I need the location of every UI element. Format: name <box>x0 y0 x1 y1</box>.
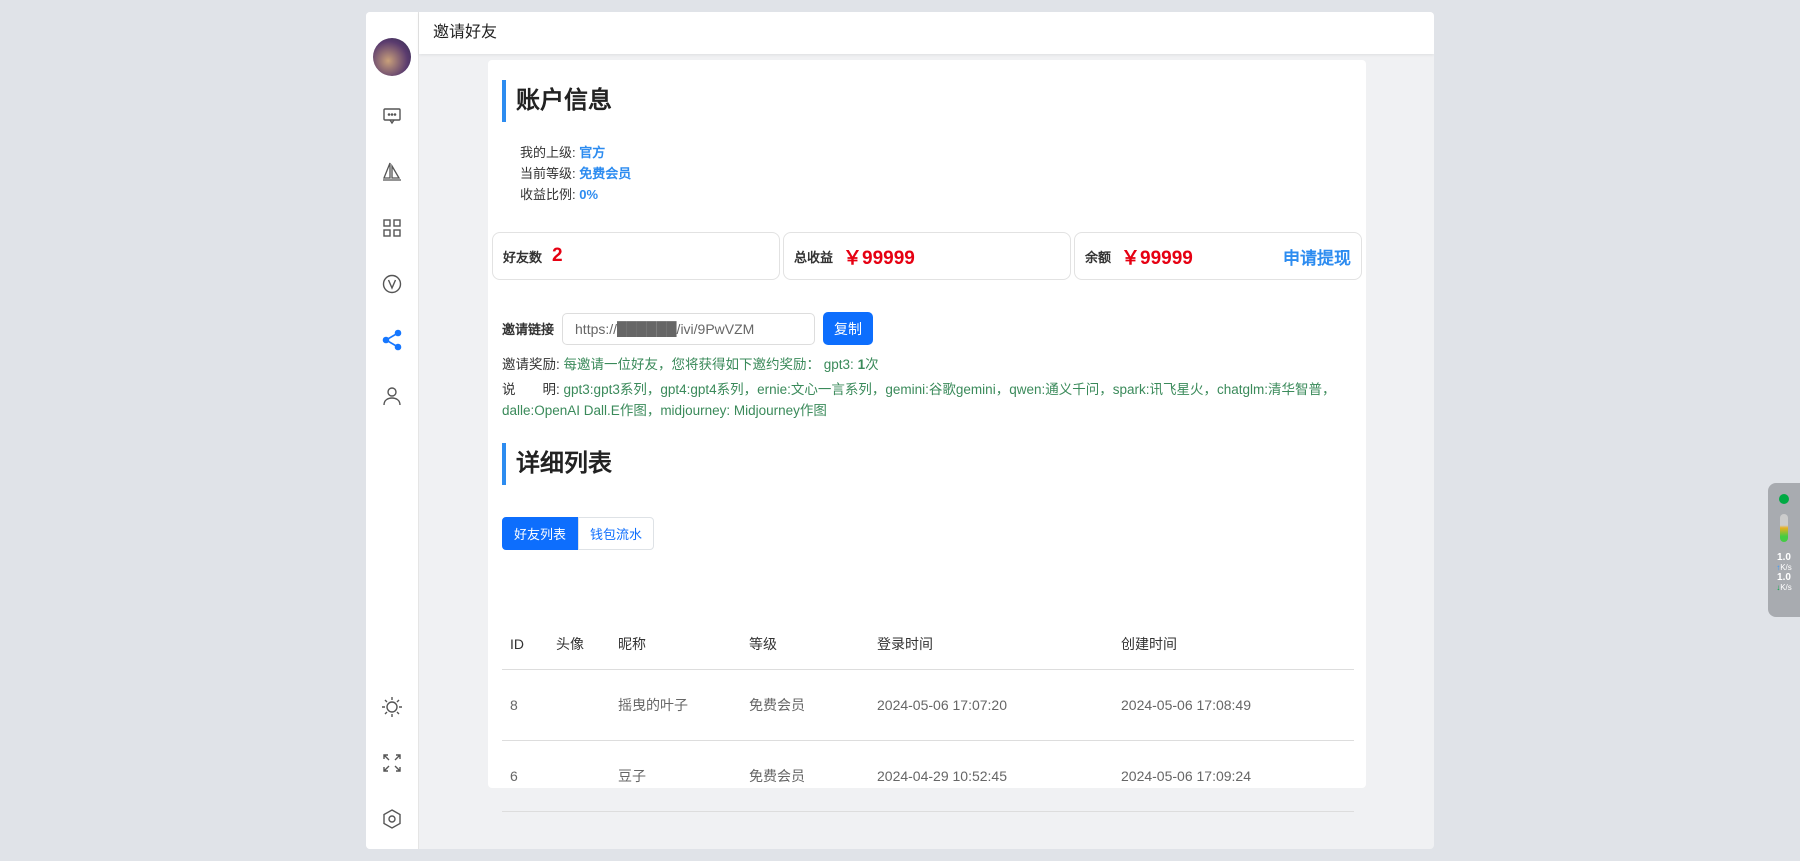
cell: 摇曳的叶子 <box>610 669 741 741</box>
share-icon[interactable] <box>380 328 404 352</box>
value: ￥99999 <box>843 247 915 269</box>
detail-tabs: 好友列表 钱包流水 <box>502 517 655 550</box>
copy-button[interactable]: 复制 <box>823 312 874 345</box>
account-info: 我的上级: 官方 当前等级: 免费会员 收益比例: 0% <box>520 142 631 205</box>
cell <box>548 740 610 812</box>
label: 好友数 <box>503 249 543 265</box>
cell <box>548 669 610 741</box>
value: gpt3:gpt3系列，gpt4:gpt4系列，ernie:文心一言系列，gem… <box>502 382 1336 418</box>
page-title: 邀请好友 <box>419 12 1434 54</box>
label: 收益比例: <box>520 187 576 202</box>
unit: 次 <box>865 357 879 372</box>
invite-link-row: 邀请链接 复制 <box>502 312 874 345</box>
friends-count-box: 好友数 2 <box>492 232 780 280</box>
user-icon[interactable] <box>380 384 404 408</box>
friends-table: ID 头像 昵称 等级 登录时间 创建时间 8 摇曳的叶子 免费会员 2024-05-… <box>502 619 1354 812</box>
unit: K/s <box>1780 563 1792 572</box>
usage-bar <box>1780 514 1788 542</box>
count: 1 <box>857 357 866 372</box>
value: 2 <box>552 245 563 266</box>
level-value: 免费会员 <box>579 166 632 181</box>
cell: 6 <box>502 740 548 812</box>
label: 我的上级: <box>520 145 576 160</box>
unit: K/s <box>1780 583 1792 592</box>
table-row: 6 豆子 免费会员 2024-04-29 10:52:45 2024-05-06 17:… <box>502 740 1354 812</box>
cell: 2024-05-06 17:09:24 <box>1113 740 1354 812</box>
sidebar <box>366 12 419 849</box>
cell: 2024-05-06 17:07:20 <box>869 669 1113 741</box>
invite-link-input[interactable] <box>562 312 816 345</box>
tab-friends[interactable]: 好友列表 <box>502 517 579 550</box>
label: 总收益 <box>794 249 834 265</box>
cell: 豆子 <box>610 740 741 812</box>
col-id: ID <box>502 619 548 670</box>
cell: 2024-05-06 17:08:49 <box>1113 669 1354 741</box>
withdraw-link[interactable]: 申请提现 <box>1283 244 1351 269</box>
midjourney-sail-icon[interactable] <box>380 160 404 184</box>
reward-text: 邀请奖励: 每邀请一位好友，您将获得如下邀约奖励： gpt3: 1次 <box>502 354 1352 375</box>
upload-speed: 1.0 <box>1777 552 1791 563</box>
vip-icon[interactable] <box>380 272 404 296</box>
settings-hexagon-icon[interactable] <box>380 807 404 831</box>
invite-link-label: 邀请链接 <box>502 322 555 337</box>
col-nickname: 昵称 <box>610 619 741 670</box>
value: ￥99999 <box>1121 247 1193 269</box>
cell: 8 <box>502 669 548 741</box>
note-text: 说 明: gpt3:gpt3系列，gpt4:gpt4系列，ernie:文心一言系… <box>502 379 1352 421</box>
status-dot-icon <box>1779 494 1789 504</box>
ratio-value: 0% <box>579 187 599 202</box>
col-avatar: 头像 <box>548 619 610 670</box>
avatar[interactable] <box>373 38 411 76</box>
cell: 免费会员 <box>741 669 869 741</box>
invite-card: 账户信息 我的上级: 官方 当前等级: 免费会员 收益比例: 0% 好友数 2 总… <box>488 60 1366 812</box>
col-created-time: 创建时间 <box>1113 619 1354 670</box>
fullscreen-icon[interactable] <box>380 751 404 775</box>
label: 说 明: <box>502 382 560 397</box>
col-login-time: 登录时间 <box>869 619 1113 670</box>
label: 余额 <box>1085 249 1112 265</box>
theme-sun-icon[interactable] <box>380 695 404 719</box>
value: 每邀请一位好友，您将获得如下邀约奖励： gpt3: <box>563 357 858 372</box>
cell: 2024-04-29 10:52:45 <box>869 740 1113 812</box>
network-speed-widget[interactable]: 1.0 ↑K/s 1.0 ↓K/s <box>1768 483 1800 617</box>
apps-grid-icon[interactable] <box>380 216 404 240</box>
download-speed: 1.0 <box>1777 572 1791 583</box>
balance-box: 余额 ￥99999 申请提现 <box>1074 232 1362 280</box>
label: 邀请奖励: <box>502 357 560 372</box>
superior-value: 官方 <box>579 145 606 160</box>
app-window: 邀请好友 账户信息 我的上级: 官方 当前等级: 免费会员 收益比例: 0% 好… <box>366 12 1434 849</box>
col-level: 等级 <box>741 619 869 670</box>
cell: 免费会员 <box>741 740 869 812</box>
table-row: 8 摇曳的叶子 免费会员 2024-05-06 17:07:20 2024-05-06 … <box>502 669 1354 741</box>
label: 当前等级: <box>520 166 576 181</box>
detail-heading: 详细列表 <box>502 443 612 485</box>
total-income-box: 总收益 ￥99999 <box>783 232 1071 280</box>
tab-wallet[interactable]: 钱包流水 <box>578 517 655 550</box>
chat-icon[interactable] <box>380 104 404 128</box>
account-info-heading: 账户信息 <box>502 80 612 122</box>
